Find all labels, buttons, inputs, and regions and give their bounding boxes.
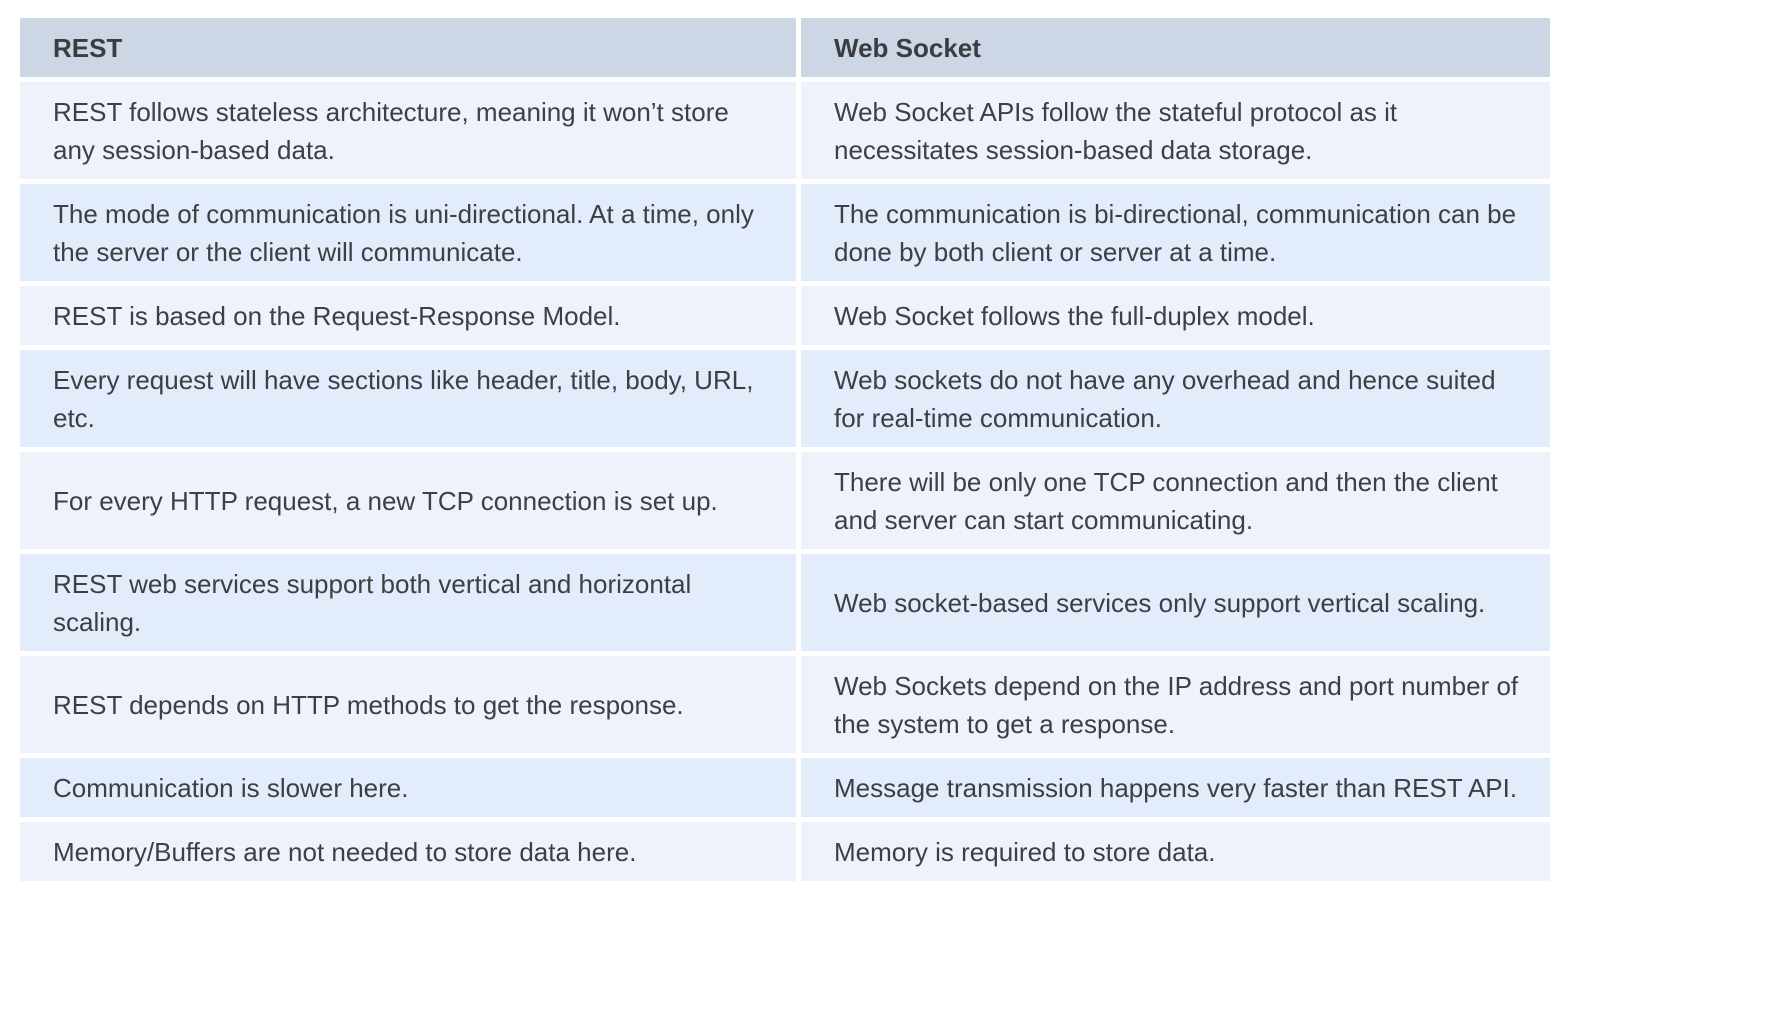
rest-cell: REST is based on the Request-Response Mo… bbox=[20, 286, 796, 345]
rest-cell: REST follows stateless architecture, mea… bbox=[20, 82, 796, 179]
table-row: The mode of communication is uni-directi… bbox=[20, 184, 1550, 281]
rest-cell: Communication is slower here. bbox=[20, 758, 796, 817]
table-row: Every request will have sections like he… bbox=[20, 350, 1550, 447]
rest-cell: Every request will have sections like he… bbox=[20, 350, 796, 447]
table-row: For every HTTP request, a new TCP connec… bbox=[20, 452, 1550, 549]
rest-cell: REST web services support both vertical … bbox=[20, 554, 796, 651]
table-row: Memory/Buffers are not needed to store d… bbox=[20, 822, 1550, 881]
web-socket-cell: Web sockets do not have any overhead and… bbox=[801, 350, 1550, 447]
table-header-row: REST Web Socket bbox=[20, 18, 1550, 77]
rest-cell: The mode of communication is uni-directi… bbox=[20, 184, 796, 281]
web-socket-cell: Web Socket APIs follow the stateful prot… bbox=[801, 82, 1550, 179]
rest-vs-websocket-table: REST Web Socket REST follows stateless a… bbox=[15, 13, 1555, 886]
rest-cell: REST depends on HTTP methods to get the … bbox=[20, 656, 796, 753]
column-header-rest: REST bbox=[20, 18, 796, 77]
web-socket-cell: Web Socket follows the full-duplex model… bbox=[801, 286, 1550, 345]
comparison-table-container: REST Web Socket REST follows stateless a… bbox=[20, 18, 1550, 886]
web-socket-cell: There will be only one TCP connection an… bbox=[801, 452, 1550, 549]
table-row: REST web services support both vertical … bbox=[20, 554, 1550, 651]
table-row: REST is based on the Request-Response Mo… bbox=[20, 286, 1550, 345]
column-header-web-socket: Web Socket bbox=[801, 18, 1550, 77]
table-row: REST depends on HTTP methods to get the … bbox=[20, 656, 1550, 753]
web-socket-cell: Message transmission happens very faster… bbox=[801, 758, 1550, 817]
table-row: REST follows stateless architecture, mea… bbox=[20, 82, 1550, 179]
rest-cell: For every HTTP request, a new TCP connec… bbox=[20, 452, 796, 549]
table-row: Communication is slower here. Message tr… bbox=[20, 758, 1550, 817]
web-socket-cell: Web Sockets depend on the IP address and… bbox=[801, 656, 1550, 753]
rest-cell: Memory/Buffers are not needed to store d… bbox=[20, 822, 796, 881]
web-socket-cell: The communication is bi-directional, com… bbox=[801, 184, 1550, 281]
web-socket-cell: Web socket-based services only support v… bbox=[801, 554, 1550, 651]
web-socket-cell: Memory is required to store data. bbox=[801, 822, 1550, 881]
